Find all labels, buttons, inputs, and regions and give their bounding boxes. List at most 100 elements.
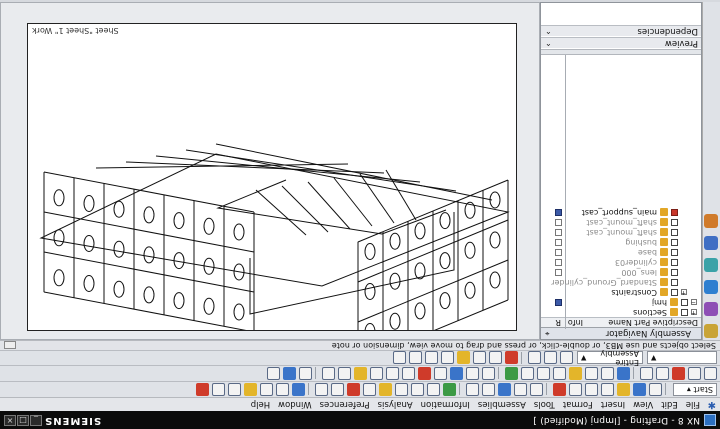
hatch-icon[interactable]: [338, 367, 351, 380]
section-view-icon[interactable]: [411, 383, 424, 396]
tree-node[interactable]: + Sections: [541, 307, 701, 317]
reference-set-box[interactable]: [555, 249, 562, 256]
tree-node[interactable]: base: [541, 247, 701, 257]
close-button[interactable]: ×: [4, 415, 16, 426]
point-icon[interactable]: [672, 367, 685, 380]
web-browser-icon[interactable]: [704, 214, 718, 228]
surface-finish-icon[interactable]: [322, 367, 335, 380]
open-icon[interactable]: [633, 383, 646, 396]
note-icon[interactable]: [363, 383, 376, 396]
iso-view-icon[interactable]: [505, 367, 518, 380]
tree-node[interactable]: Standard_Ground_cylinder: [541, 277, 701, 287]
update-icon[interactable]: [196, 383, 209, 396]
reuse-library-icon[interactable]: [704, 258, 718, 272]
snap-icon[interactable]: [704, 367, 717, 380]
rotate-icon[interactable]: [601, 367, 614, 380]
reference-set-box[interactable]: [555, 269, 562, 276]
front-view-icon[interactable]: [537, 367, 550, 380]
tree-node[interactable]: + Constraints: [541, 287, 701, 297]
assembly-navigator-icon[interactable]: [704, 324, 718, 338]
visibility-checkbox[interactable]: [681, 299, 688, 306]
save-icon[interactable]: [617, 383, 630, 396]
maximize-button[interactable]: □: [17, 415, 29, 426]
menu-preferences[interactable]: Preferences: [320, 400, 370, 410]
orient-icon[interactable]: [617, 367, 630, 380]
tree-node[interactable]: cylinder03: [541, 257, 701, 267]
start-button[interactable]: Start ▾: [673, 383, 717, 396]
sketch-icon[interactable]: [443, 383, 456, 396]
roles-icon[interactable]: [704, 236, 718, 250]
delete-icon[interactable]: [553, 383, 566, 396]
show-icon[interactable]: [212, 383, 225, 396]
select-icon[interactable]: [498, 383, 511, 396]
select-all-icon[interactable]: [544, 351, 557, 365]
collapse-icon[interactable]: −: [691, 299, 697, 306]
associativity-icon[interactable]: [267, 367, 280, 380]
edit-style-icon[interactable]: [299, 367, 312, 380]
menu-tools[interactable]: Tools: [534, 400, 555, 410]
edge-icon[interactable]: [450, 367, 463, 380]
view-icon[interactable]: [427, 383, 440, 396]
status-grip[interactable]: [4, 341, 16, 349]
arc-icon[interactable]: [640, 367, 653, 380]
visibility-checkbox[interactable]: [671, 289, 678, 296]
zoom-icon[interactable]: [482, 383, 495, 396]
copy-icon[interactable]: [585, 383, 598, 396]
dimension-icon[interactable]: [379, 383, 392, 396]
reference-set-box[interactable]: [555, 219, 562, 226]
expand-icon[interactable]: +: [681, 289, 687, 296]
tangent-snap-icon[interactable]: [393, 351, 406, 365]
hidden-line-icon[interactable]: [434, 367, 447, 380]
visibility-checkbox[interactable]: [671, 279, 678, 286]
top-view-icon[interactable]: [521, 367, 534, 380]
quadrant-snap-icon[interactable]: [425, 351, 438, 365]
part-navigator-icon[interactable]: [704, 280, 718, 294]
column-descriptive-part-name[interactable]: Descriptive Part Name: [608, 317, 698, 327]
translate-icon[interactable]: [585, 367, 598, 380]
deselect-icon[interactable]: [528, 351, 541, 365]
tree-node[interactable]: bushing: [541, 237, 701, 247]
snap-view-icon[interactable]: [569, 367, 582, 380]
visibility-checkbox[interactable]: [671, 249, 678, 256]
reference-set-box[interactable]: [555, 239, 562, 246]
origin-icon[interactable]: [283, 367, 296, 380]
point-on-curve-snap-icon[interactable]: [409, 351, 422, 365]
visibility-checkbox[interactable]: [671, 219, 678, 226]
render-icon[interactable]: [276, 383, 289, 396]
preview-panel-header[interactable]: Preview ⌃: [541, 37, 701, 48]
wireframe-icon[interactable]: [482, 367, 495, 380]
pin-icon[interactable]: ⌖: [545, 327, 550, 339]
visibility-checkbox[interactable]: [671, 239, 678, 246]
detail-view-icon[interactable]: [395, 383, 408, 396]
column-info[interactable]: Info: [568, 317, 583, 327]
menu-format[interactable]: Format: [563, 400, 593, 410]
leader-icon[interactable]: [386, 367, 399, 380]
menu-insert[interactable]: Insert: [601, 400, 625, 410]
history-icon[interactable]: [704, 302, 718, 316]
visibility-checkbox[interactable]: [671, 269, 678, 276]
layer-icon[interactable]: [292, 383, 305, 396]
menu-view[interactable]: View: [633, 400, 653, 410]
tree-node[interactable]: shaft_mount_cast: [541, 217, 701, 227]
visibility-checkbox[interactable]: [671, 209, 678, 216]
balloon-icon[interactable]: [370, 367, 383, 380]
visibility-checkbox[interactable]: [681, 309, 688, 316]
navigator-splitter[interactable]: [541, 49, 701, 55]
tree-node[interactable]: shaft_mount_cast: [541, 227, 701, 237]
symbol-icon[interactable]: [347, 383, 360, 396]
menu-help[interactable]: Help: [251, 400, 270, 410]
menu-edit[interactable]: Edit: [661, 400, 677, 410]
menu-window[interactable]: Window: [278, 400, 312, 410]
expand-icon[interactable]: +: [691, 309, 697, 316]
dependencies-panel-header[interactable]: Dependencies ⌃: [541, 25, 701, 36]
endpoint-snap-icon[interactable]: [505, 351, 518, 365]
refresh-icon[interactable]: [553, 367, 566, 380]
type-filter-combo[interactable]: ▼: [647, 351, 717, 365]
midpoint-snap-icon[interactable]: [489, 351, 502, 365]
cut-icon[interactable]: [601, 383, 614, 396]
grid-icon[interactable]: [688, 367, 701, 380]
column-r[interactable]: R: [555, 317, 561, 327]
minimize-button[interactable]: _: [30, 415, 42, 426]
control-point-snap-icon[interactable]: [473, 351, 486, 365]
menu-information[interactable]: Information: [421, 400, 470, 410]
